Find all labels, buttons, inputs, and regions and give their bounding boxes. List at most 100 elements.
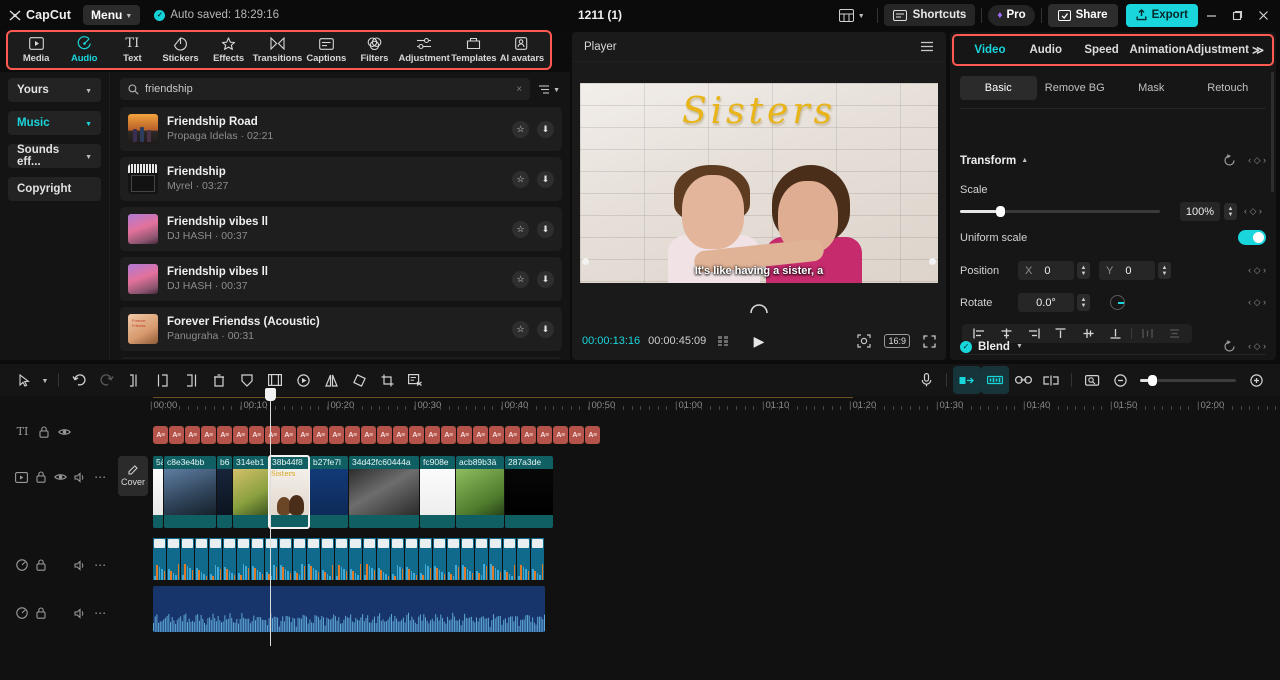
scale-slider[interactable] (960, 206, 1160, 217)
text-clip-track[interactable]: A≡ A≡ A≡ A≡ A≡ A≡ A≡ A≡ A≡ A≡ A≡ A≡ A≡ A≡ A≡ A≡ A≡ A≡ A≡ A≡… (153, 426, 600, 444)
audio-clip[interactable] (475, 538, 488, 580)
undo-icon[interactable] (65, 366, 93, 394)
mute-icon[interactable] (71, 559, 91, 571)
audio-clip[interactable] (447, 538, 460, 580)
chevron-up-icon[interactable]: ▲ (1021, 157, 1028, 164)
audio-clip-track[interactable] (153, 538, 545, 580)
distribute-v-icon[interactable] (1161, 328, 1188, 339)
tool-tab-media[interactable]: Media (12, 32, 60, 68)
song-list[interactable]: Friendship Road Propaga Idelas · 02:21 ☆… (120, 107, 562, 359)
slider-knob[interactable] (996, 206, 1005, 217)
auto-fit-icon[interactable] (953, 366, 981, 394)
magnetic-icon[interactable] (981, 366, 1009, 394)
text-clip[interactable]: A≡ (409, 426, 424, 444)
more-options-icon[interactable]: ⋯ (90, 606, 110, 620)
video-clip[interactable]: 38b44f8 Sisters (268, 455, 310, 529)
favorite-button[interactable]: ☆ (512, 170, 529, 188)
tab-adjustment[interactable]: Adjustment ≫ (1186, 43, 1264, 57)
text-clip[interactable]: A≡ (329, 426, 344, 444)
video-preview[interactable]: Sisters It's like having a sister, a (580, 83, 938, 283)
share-button[interactable]: Share (1047, 3, 1118, 27)
download-button[interactable]: ⬇ (537, 120, 554, 138)
visibility-icon[interactable] (54, 427, 75, 437)
zoom-slider[interactable] (1140, 374, 1236, 386)
lock-icon[interactable] (32, 607, 52, 619)
distribute-h-icon[interactable] (1134, 328, 1161, 339)
tool-tab-adjustment[interactable]: Adjustment (398, 32, 450, 68)
transform-section-header[interactable]: Transform ▲ ‹ ◇ › (960, 154, 1266, 167)
tool-tab-text[interactable]: TI Text (108, 32, 156, 68)
download-button[interactable]: ⬇ (537, 220, 554, 238)
text-clip[interactable]: A≡ (185, 426, 200, 444)
category-sound-effects[interactable]: Sounds eff... ▼ (8, 144, 101, 168)
fullscreen-icon[interactable] (923, 334, 936, 348)
video-clip[interactable]: fc908e (420, 456, 455, 528)
mute-icon[interactable] (71, 607, 91, 619)
audio-clip[interactable] (461, 538, 474, 580)
more-tabs-icon[interactable]: ≫ (1252, 43, 1264, 57)
blend-section[interactable]: ✓ Blend ▼ ‹ ◇ › (960, 340, 1266, 353)
reset-icon[interactable] (1223, 154, 1236, 167)
blend-keyframe[interactable]: ‹ ◇ › (1248, 341, 1266, 352)
audio-clip[interactable] (307, 538, 320, 580)
position-x-stepper[interactable]: ▲ ▼ (1077, 262, 1090, 279)
align-top-icon[interactable] (1047, 328, 1074, 339)
tool-tab-stickers[interactable]: Stickers (156, 32, 204, 68)
download-button[interactable]: ⬇ (537, 320, 554, 338)
lock-icon[interactable] (32, 559, 52, 571)
text-clip[interactable]: A≡ (345, 426, 360, 444)
list-item[interactable]: Friendship Road Propaga Idelas · 02:21 ☆… (120, 107, 562, 151)
position-y-field[interactable]: Y 0 (1099, 261, 1155, 280)
scale-keyframe[interactable]: ‹ ◇ › (1244, 206, 1262, 217)
download-button[interactable]: ⬇ (537, 170, 554, 188)
text-clip[interactable]: A≡ (441, 426, 456, 444)
text-clip[interactable]: A≡ (233, 426, 248, 444)
redo-icon[interactable] (93, 366, 121, 394)
keyframe-control[interactable]: ‹ ◇ › (1248, 155, 1266, 166)
video-clip[interactable]: 287a3de (505, 456, 553, 528)
tab-video[interactable]: Video (962, 44, 1018, 56)
fit-screen-icon[interactable] (857, 334, 872, 348)
audio-clip[interactable] (265, 538, 278, 580)
video-clip[interactable]: 314eb1 (233, 456, 268, 528)
text-clip[interactable]: A≡ (521, 426, 536, 444)
text-clip[interactable]: A≡ (153, 426, 168, 444)
subtab-retouch[interactable]: Retouch (1190, 76, 1267, 100)
scale-value[interactable]: 100% (1180, 202, 1220, 221)
audio-clip[interactable] (433, 538, 446, 580)
tab-audio[interactable]: Audio (1018, 44, 1074, 56)
align-center-v-icon[interactable] (1075, 328, 1102, 339)
subtab-mask[interactable]: Mask (1113, 76, 1190, 100)
tool-tab-captions[interactable]: Captions (302, 32, 350, 68)
audio-clip[interactable] (489, 538, 502, 580)
select-tool-dropdown-icon[interactable]: ▼ (38, 366, 52, 394)
split-icon[interactable] (121, 366, 149, 394)
text-clip[interactable]: A≡ (505, 426, 520, 444)
sort-filter-button[interactable]: ▼ (536, 84, 562, 95)
text-clip[interactable]: A≡ (297, 426, 312, 444)
play-button[interactable]: ▶ (754, 333, 765, 350)
tab-animation[interactable]: Animation (1129, 44, 1185, 56)
audio-clip[interactable] (181, 538, 194, 580)
align-right-icon[interactable] (1020, 328, 1047, 339)
subtab-remove-bg[interactable]: Remove BG (1037, 76, 1114, 100)
audio-clip[interactable] (377, 538, 390, 580)
cover-button[interactable]: Cover (118, 456, 148, 496)
text-clip[interactable]: A≡ (553, 426, 568, 444)
rotate-dial[interactable] (1110, 295, 1125, 310)
player-stage[interactable]: Sisters It's like having a sister, a (572, 63, 946, 303)
mute-icon[interactable] (71, 471, 91, 483)
audio-clip[interactable] (223, 538, 236, 580)
playhead[interactable] (265, 388, 276, 646)
position-y-stepper[interactable]: ▲ ▼ (1158, 262, 1171, 279)
text-clip[interactable]: A≡ (377, 426, 392, 444)
trim-left-icon[interactable] (149, 366, 177, 394)
text-clip[interactable]: A≡ (201, 426, 216, 444)
favorite-button[interactable]: ☆ (512, 320, 529, 338)
position-keyframe[interactable]: ‹ ◇ › (1248, 265, 1266, 276)
pro-button[interactable]: ♦ Pro (988, 4, 1035, 26)
audio-clip[interactable] (279, 538, 292, 580)
visibility-icon[interactable] (51, 472, 71, 482)
minimize-button[interactable] (1198, 0, 1224, 30)
frame-view-icon[interactable] (718, 336, 734, 346)
